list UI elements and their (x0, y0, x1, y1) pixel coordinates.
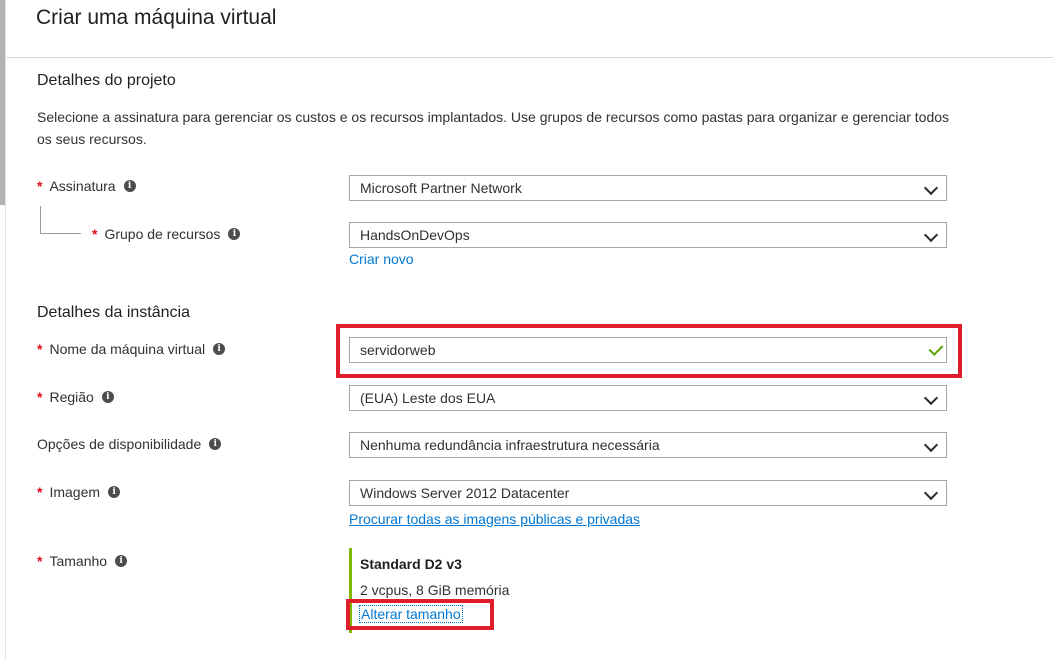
size-label-row: * Tamanho i (37, 551, 128, 571)
resource-group-value: HandsOnDevOps (360, 227, 470, 243)
info-icon[interactable]: i (123, 180, 136, 192)
required-marker: * (37, 484, 43, 500)
chevron-down-icon (923, 390, 939, 406)
page-title: Criar uma máquina virtual (36, 6, 277, 29)
subscription-select[interactable]: Microsoft Partner Network (349, 175, 947, 201)
image-label-row: * Imagem i (37, 482, 121, 502)
required-marker: * (92, 226, 98, 242)
checkmark-icon (928, 341, 944, 356)
size-accent-bar (349, 548, 352, 633)
image-label: Imagem (49, 484, 101, 500)
project-details-heading: Detalhes do projeto (37, 72, 176, 89)
chevron-down-icon (923, 180, 939, 196)
info-icon[interactable]: i (213, 343, 226, 355)
resource-group-label: Grupo de recursos (104, 226, 221, 242)
size-specs: 2 vcpus, 8 GiB memória (360, 582, 510, 598)
info-icon[interactable]: i (108, 486, 121, 498)
size-label: Tamanho (49, 553, 108, 569)
required-marker: * (37, 389, 43, 405)
chevron-down-icon (923, 227, 939, 243)
tree-connector (40, 206, 81, 234)
availability-select[interactable]: Nenhuma redundância infraestrutura neces… (349, 432, 947, 458)
vm-name-input[interactable]: servidorweb (349, 337, 947, 363)
image-select[interactable]: Windows Server 2012 Datacenter (349, 480, 947, 506)
resource-group-select[interactable]: HandsOnDevOps (349, 222, 947, 248)
subscription-label-row: * Assinatura i (37, 176, 136, 196)
create-new-link[interactable]: Criar novo (349, 251, 414, 267)
title-bar: Criar uma máquina virtual (6, 0, 1053, 58)
availability-label: Opções de disponibilidade (37, 436, 202, 452)
subscription-value: Microsoft Partner Network (360, 180, 522, 196)
availability-label-row: Opções de disponibilidade i (37, 434, 222, 454)
instance-details-heading: Detalhes da instância (37, 304, 190, 321)
left-edge-panel (0, 0, 6, 659)
vm-name-label: Nome da máquina virtual (49, 341, 206, 357)
info-icon[interactable]: i (101, 391, 114, 403)
region-label-row: * Região i (37, 387, 114, 407)
chevron-down-icon (923, 485, 939, 501)
required-marker: * (37, 178, 43, 194)
info-icon[interactable]: i (228, 228, 241, 240)
region-select[interactable]: (EUA) Leste dos EUA (349, 385, 947, 411)
size-name: Standard D2 v3 (360, 556, 462, 572)
browse-images-link[interactable]: Procurar todas as imagens públicas e pri… (349, 511, 640, 527)
resource-group-label-row: * Grupo de recursos i (92, 224, 241, 244)
info-icon[interactable]: i (209, 438, 222, 450)
image-value: Windows Server 2012 Datacenter (360, 485, 570, 501)
chevron-down-icon (923, 437, 939, 453)
required-marker: * (37, 341, 43, 357)
change-size-link[interactable]: Alterar tamanho (359, 605, 463, 623)
vm-name-label-row: * Nome da máquina virtual i (37, 339, 226, 359)
region-label: Região (49, 389, 94, 405)
project-description: Selecione a assinatura para gerenciar os… (37, 109, 950, 147)
info-icon[interactable]: i (115, 555, 128, 567)
vm-name-value: servidorweb (360, 342, 436, 358)
availability-value: Nenhuma redundância infraestrutura neces… (360, 437, 660, 453)
region-value: (EUA) Leste dos EUA (360, 390, 496, 406)
required-marker: * (37, 553, 43, 569)
subscription-label: Assinatura (49, 178, 116, 194)
